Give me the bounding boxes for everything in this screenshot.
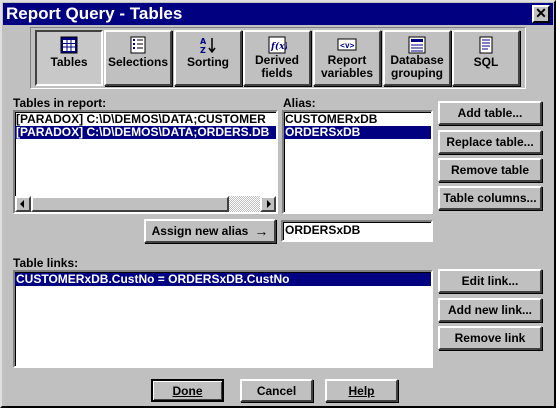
edit-link-label: Edit link... (461, 274, 519, 288)
tables-in-report-label: Tables in report: (13, 96, 107, 110)
add-table-label: Add table... (457, 106, 523, 120)
list-item[interactable]: CUSTOMERxDB.CustNo = ORDERSxDB.CustNo (15, 273, 431, 286)
remove-table-label: Remove table (450, 163, 530, 177)
svg-text:<v>: <v> (340, 41, 355, 50)
tab-sorting[interactable]: A Z Sorting (174, 30, 242, 86)
sql-document-icon (479, 36, 493, 54)
table-links-listbox[interactable]: CUSTOMERxDB.CustNo = ORDERSxDB.CustNo (13, 270, 433, 368)
formula-icon: f(x) (268, 36, 287, 54)
arrow-right-icon (267, 200, 271, 208)
tab-selections-label: Selections (107, 55, 169, 69)
list-item[interactable]: [PARADOX] C:\D\DEMOS\DATA;ORDERS.DB (15, 126, 276, 139)
svg-text:f(x): f(x) (270, 41, 287, 52)
remove-link-button[interactable]: Remove link (438, 326, 542, 350)
tab-report-variables[interactable]: <v> Report variables (313, 30, 381, 86)
add-table-button[interactable]: Add table... (438, 101, 542, 125)
sort-az-icon: A Z (200, 37, 216, 54)
assign-new-alias-button[interactable]: Assign new alias → (144, 219, 276, 243)
window-title: Report Query - Tables (6, 4, 183, 23)
scroll-right-button[interactable] (260, 196, 276, 212)
list-item[interactable]: CUSTOMERxDB (284, 113, 431, 126)
arrow-right-icon: → (254, 223, 269, 239)
cancel-button[interactable]: Cancel (240, 379, 313, 402)
tab-database-grouping-label: Database grouping (390, 53, 444, 80)
help-label: Help (348, 383, 375, 398)
table-grid-icon (60, 36, 78, 54)
tab-sorting-label: Sorting (187, 55, 229, 69)
replace-table-label: Replace table... (446, 135, 534, 149)
title-bar[interactable]: Report Query - Tables (3, 3, 553, 25)
arrow-left-icon (20, 200, 24, 208)
alias-label: Alias: (283, 96, 316, 110)
svg-text:A: A (200, 37, 207, 46)
close-icon: ✕ (535, 5, 547, 21)
table-columns-button[interactable]: Table columns... (438, 186, 542, 210)
list-item[interactable]: ORDERSxDB (284, 126, 431, 139)
tab-selections[interactable]: Selections (104, 30, 172, 86)
svg-text:Z: Z (200, 46, 206, 54)
remove-table-button[interactable]: Remove table (438, 158, 542, 182)
help-button[interactable]: Help (325, 379, 398, 402)
tab-tables[interactable]: Tables (35, 30, 103, 86)
scroll-left-button[interactable] (15, 196, 31, 212)
replace-table-button[interactable]: Replace table... (438, 130, 542, 154)
remove-link-label: Remove link (454, 331, 526, 345)
tab-report-variables-label: Report variables (320, 53, 374, 80)
selection-list-icon (130, 36, 146, 54)
tab-derived-fields-label: Derived fields (254, 53, 300, 80)
assign-new-alias-label: Assign new alias (151, 224, 249, 238)
scroll-thumb[interactable] (31, 196, 229, 212)
close-button[interactable]: ✕ (532, 5, 550, 23)
done-label: Done (172, 383, 203, 398)
tab-tables-label: Tables (50, 55, 88, 69)
add-new-link-button[interactable]: Add new link... (438, 298, 542, 322)
table-links-label: Table links: (13, 256, 79, 270)
edit-link-button[interactable]: Edit link... (438, 269, 542, 293)
alias-input[interactable]: ORDERSxDB (281, 220, 433, 242)
database-grouping-icon (408, 36, 426, 54)
tab-sql-label: SQL (473, 55, 499, 69)
alias-listbox[interactable]: CUSTOMERxDB ORDERSxDB (282, 110, 433, 214)
cancel-label: Cancel (256, 383, 297, 398)
done-button[interactable]: Done (151, 379, 224, 402)
tab-derived-fields[interactable]: f(x) Derived fields (243, 30, 311, 86)
table-columns-label: Table columns... (443, 191, 537, 205)
list-item[interactable]: [PARADOX] C:\D\DEMOS\DATA;CUSTOMER (15, 113, 276, 126)
add-new-link-label: Add new link... (447, 303, 532, 317)
variable-icon: <v> (337, 38, 357, 51)
tab-sql[interactable]: SQL (452, 30, 520, 86)
tab-database-grouping[interactable]: Database grouping (383, 30, 451, 86)
